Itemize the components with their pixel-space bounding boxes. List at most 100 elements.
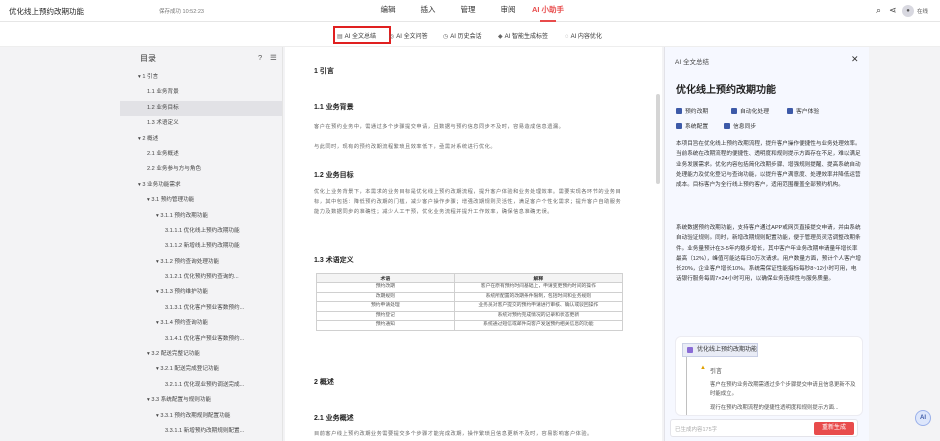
toc-item[interactable]: 1.3 术语定义 bbox=[120, 116, 282, 131]
toc-item[interactable]: 1.2 业务目标 bbox=[120, 100, 282, 117]
paragraph-background: 客户在预约业务中，需通过多个步骤提交申请，且数据与预约信息同步不及时，容易造成信… bbox=[314, 124, 565, 130]
document-title: 优化线上预约改期功能 bbox=[9, 7, 84, 16]
toc-item[interactable]: 3.1.2.1 优化预约预约查询的... bbox=[120, 270, 282, 285]
term-cell: 预约通知 bbox=[316, 320, 455, 331]
menu-icon[interactable]: ☰ bbox=[270, 53, 277, 62]
tag-label: 信息同步 bbox=[733, 124, 757, 130]
paragraph-goals: 优化上业务背景下，本需求的业务目标是优化线上预约改期流程，提升客户体验和业务处理… bbox=[314, 189, 622, 215]
toc-item[interactable]: ▾ 3.1 预约管理功能 bbox=[120, 193, 282, 208]
toc-item[interactable]: ▾ 3.3 系统配置与规则功能 bbox=[120, 393, 282, 408]
toc-item[interactable]: 3.2.1.1 优化现业预约调送完成... bbox=[120, 378, 282, 393]
tool-ai-tags[interactable]: ◆ AI 智能生成标签 bbox=[498, 31, 548, 40]
toc-item[interactable]: 2.2 业务参与方与角色 bbox=[120, 162, 282, 177]
tag-item[interactable]: 自动化处理 bbox=[731, 106, 769, 115]
toc-item[interactable]: 1.1 业务背景 bbox=[120, 85, 282, 100]
table-header: 术语 bbox=[316, 273, 455, 283]
tag-label: 客户体验 bbox=[796, 109, 820, 115]
tag-item[interactable]: 系统配置 bbox=[676, 121, 708, 130]
ai-toolbar: ▤ AI 全文总结 ◎ AI 全文问答 ◷ AI 历史会话 ◆ AI 智能生成标签 ◌ A… bbox=[0, 22, 940, 47]
tag-label: 预约改期 bbox=[685, 109, 709, 115]
menu-manage[interactable]: 管理 bbox=[448, 4, 488, 22]
toc-item[interactable]: 3.1.4.1 优化客户预业客数预约... bbox=[120, 332, 282, 347]
definition-cell: 系统对预约完成情况的记录和状态更新 bbox=[453, 310, 624, 321]
main-menu: 编辑 插入 管理 审阅 AI 小助手 bbox=[368, 4, 568, 22]
help-icon[interactable]: ? bbox=[258, 53, 262, 62]
toc-item[interactable]: ▾ 3.1.4 预约查询功能 bbox=[120, 316, 282, 331]
online-label: 在线 bbox=[917, 9, 929, 15]
menu-edit[interactable]: 编辑 bbox=[368, 4, 408, 22]
tool-ai-history[interactable]: ◷ AI 历史会话 bbox=[443, 31, 482, 40]
mind-map-root[interactable]: 优化线上预约改期功能 bbox=[682, 343, 758, 357]
mind-map-text: 现行在预约改期流程的便捷性透明度和规则提示方面... bbox=[710, 405, 839, 411]
heading-1-1: 1.1 业务背景 bbox=[314, 104, 354, 111]
definition-cell: 业务员对客户提交的预约申请进行审核、确认或驳回操作 bbox=[453, 301, 624, 312]
summary-input-bar[interactable]: 已生成内容175字 重新生成 bbox=[670, 419, 858, 437]
menu-insert[interactable]: 插入 bbox=[408, 4, 448, 22]
document-page: 1 引言 1.1 业务背景 客户在预约业务中，需通过多个步骤提交申请，且数据与预… bbox=[285, 47, 662, 441]
table-row: 预约申请处理 业务员对客户提交的预约申请进行审核、确认或驳回操作 bbox=[316, 301, 624, 312]
toc-sidebar: 目录 ? ☰ ▾ 1 引言 1.1 业务背景 1.2 业务目标 1.3 术语定义 ▾ 2… bbox=[120, 47, 283, 441]
toc-item[interactable]: ▾ 3.1.1 预约改期功能 bbox=[120, 209, 282, 224]
save-status: 保存成功 10:52:23 bbox=[159, 9, 204, 15]
tag-item[interactable]: 预约改期 bbox=[676, 106, 708, 115]
share-icon[interactable]: ⋖ bbox=[889, 5, 897, 16]
toc-list: ▾ 1 引言 1.1 业务背景 1.2 业务目标 1.3 术语定义 ▾ 2 概述 2.1 … bbox=[120, 70, 282, 441]
document-icon: ▤ bbox=[337, 34, 343, 40]
toc-item[interactable]: 3.3.1.1 新增预约改期规则配置... bbox=[120, 424, 282, 439]
tag-item[interactable]: 客户体验 bbox=[787, 106, 819, 115]
toc-item[interactable]: 3.1.1.2 新增线上预约改期功能 bbox=[120, 239, 282, 254]
toc-item[interactable]: 2.1 业务概述 bbox=[120, 147, 282, 162]
table-row: 改期规则 系统所配置的改期条件限制，包括时间和业务规则 bbox=[316, 291, 624, 302]
toc-item[interactable]: ▾ 1 引言 bbox=[120, 70, 282, 85]
toc-item[interactable]: 3.1.3.1 优化客户预业客数预约... bbox=[120, 301, 282, 316]
tool-label: AI 全文问答 bbox=[396, 34, 428, 40]
right-rail bbox=[869, 47, 940, 441]
search-icon[interactable]: ⌕ bbox=[876, 5, 881, 16]
toc-item[interactable]: ▾ 3.1.2 预约查询处理功能 bbox=[120, 255, 282, 270]
panel-header: AI 全文总结 bbox=[675, 59, 709, 66]
mind-map-node[interactable]: 引言 bbox=[710, 366, 722, 375]
toc-item[interactable]: ▾ 3 业务功能需求 bbox=[120, 178, 282, 193]
toc-item[interactable]: ▾ 3.1.3 预约维护功能 bbox=[120, 285, 282, 300]
regenerate-button[interactable]: 重新生成 bbox=[814, 422, 854, 435]
tag-label: 自动化处理 bbox=[740, 109, 769, 115]
mind-map-connector bbox=[686, 357, 687, 415]
warning-icon: ▲ bbox=[700, 365, 706, 371]
table-row: 预约通知 系统通过短信或邮件向客户发送预约相关信息的功能 bbox=[316, 320, 624, 331]
tag-icon bbox=[724, 123, 730, 129]
document-scrollbar[interactable] bbox=[656, 94, 660, 184]
optimize-icon: ◌ bbox=[565, 34, 569, 40]
user-avatar[interactable]: ● bbox=[902, 5, 914, 17]
toc-item[interactable]: 3.1.1.1 优化线上预约改期功能 bbox=[120, 224, 282, 239]
toc-item[interactable]: ▾ 3.2.1 配送完成登记功能 bbox=[120, 362, 282, 377]
tag-icon bbox=[731, 108, 737, 114]
ai-assistant-float-button[interactable]: AI bbox=[915, 410, 931, 426]
terms-table: 术语 解释 预约改期 客户在原有预约时间基础上，申请变更预约时间的操作 改期规则 系统… bbox=[316, 273, 624, 331]
top-bar: 优化线上预约改期功能 保存成功 10:52:23 编辑 插入 管理 审阅 AI … bbox=[0, 0, 940, 22]
toc-item[interactable]: ▾ 3.3.1 预约改期规则配置功能 bbox=[120, 409, 282, 424]
term-cell: 改期规则 bbox=[316, 291, 455, 302]
definition-cell: 系统通过短信或邮件向客户发送预约相关信息的功能 bbox=[453, 320, 624, 331]
history-icon: ◷ bbox=[443, 34, 449, 40]
mind-map-text: 客户在预约业务改期需通过多个步骤提交申请且信息更新不及时能成立。 bbox=[710, 382, 856, 397]
summary-paragraph-2: 系统数据预约改期功能，支持客户通过APP或网页直接提交申请，并由系统自动验证规则… bbox=[676, 225, 861, 283]
toc-item[interactable]: ▾ 3.2 配送完整记功能 bbox=[120, 347, 282, 362]
mind-map: 优化线上预约改期功能 ▲ 引言 客户在预约业务改期需通过多个步骤提交申请且信息更… bbox=[675, 336, 863, 416]
tool-ai-qa[interactable]: ◎ AI 全文问答 bbox=[389, 31, 428, 40]
table-row: 预约改期 客户在原有预约时间基础上，申请变更预约时间的操作 bbox=[316, 282, 624, 293]
definition-cell: 系统所配置的改期条件限制，包括时间和业务规则 bbox=[453, 291, 624, 302]
toc-item[interactable]: ▾ 2 概述 bbox=[120, 132, 282, 147]
tag-icon bbox=[676, 108, 682, 114]
tool-label: AI 内容优化 bbox=[570, 34, 602, 40]
term-cell: 预约申请处理 bbox=[316, 301, 455, 312]
tool-label: AI 历史会话 bbox=[450, 34, 482, 40]
term-cell: 预约改期 bbox=[316, 282, 455, 293]
tag-item[interactable]: 信息同步 bbox=[724, 121, 756, 130]
heading-1: 1 引言 bbox=[314, 68, 334, 75]
tool-ai-summary[interactable]: ▤ AI 全文总结 bbox=[337, 31, 376, 40]
tool-ai-optimize[interactable]: ◌ AI 内容优化 bbox=[565, 31, 602, 40]
menu-review[interactable]: 审阅 bbox=[488, 4, 528, 22]
term-cell: 预约登记 bbox=[316, 310, 455, 321]
menu-ai-assistant[interactable]: AI 小助手 bbox=[528, 4, 568, 22]
close-icon[interactable]: ✕ bbox=[851, 54, 859, 65]
